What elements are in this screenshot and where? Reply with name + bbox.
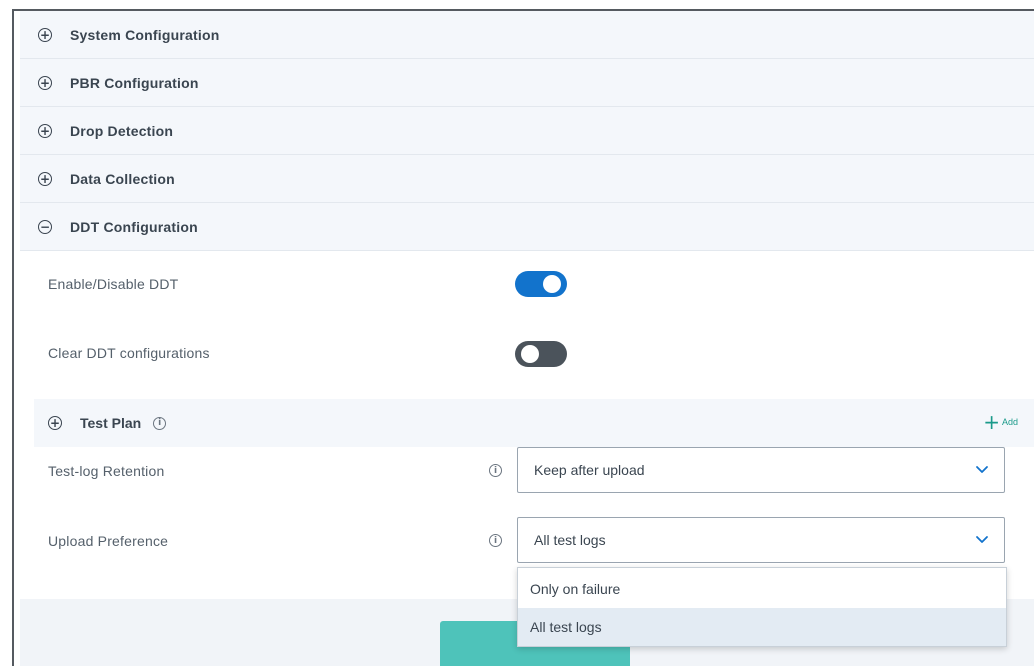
chevron-down-icon (974, 461, 990, 477)
test-plan-section[interactable]: + Test Plan i + Add (34, 399, 1034, 447)
retention-select[interactable]: Keep after upload (517, 447, 1005, 493)
add-test-plan-button[interactable]: + Add (983, 410, 1018, 434)
toggle-knob (543, 275, 561, 293)
section-pbr-configuration[interactable]: + PBR Configuration (20, 59, 1034, 107)
chevron-down-icon (974, 531, 990, 547)
plus-circle-icon: + (38, 75, 52, 90)
minus-circle-icon: − (38, 219, 52, 234)
add-label: Add (1001, 417, 1018, 427)
info-icon[interactable]: i (489, 464, 502, 477)
section-system-configuration[interactable]: + System Configuration (20, 11, 1034, 59)
upload-preference-dropdown: Only on failure All test logs (517, 567, 1007, 647)
enable-ddt-toggle[interactable] (515, 271, 567, 297)
dropdown-option-all-test-logs[interactable]: All test logs (518, 608, 1006, 646)
dropdown-option-only-on-failure[interactable]: Only on failure (518, 570, 1006, 608)
plus-circle-icon: + (38, 27, 52, 42)
info-icon[interactable]: i (489, 534, 502, 547)
section-ddt-configuration[interactable]: − DDT Configuration (20, 203, 1034, 251)
section-data-collection[interactable]: + Data Collection (20, 155, 1034, 203)
retention-value: Keep after upload (534, 462, 645, 478)
plus-circle-icon: + (38, 123, 52, 138)
plus-circle-icon: + (38, 171, 52, 186)
clear-ddt-label: Clear DDT configurations (48, 345, 210, 361)
settings-panel: + System Configuration + PBR Configurati… (12, 9, 1034, 666)
plus-icon: + (983, 410, 1000, 434)
plus-circle-icon: + (48, 416, 62, 430)
clear-ddt-toggle[interactable] (515, 341, 567, 367)
section-label: DDT Configuration (70, 218, 198, 235)
upload-preference-value: All test logs (534, 532, 606, 548)
section-label: PBR Configuration (70, 74, 199, 91)
retention-label: Test-log Retention (48, 463, 165, 479)
enable-ddt-label: Enable/Disable DDT (48, 276, 179, 292)
upload-preference-select[interactable]: All test logs (517, 517, 1005, 563)
section-label: Data Collection (70, 170, 175, 187)
upload-preference-label: Upload Preference (48, 533, 169, 549)
info-icon[interactable]: i (153, 416, 167, 430)
section-drop-detection[interactable]: + Drop Detection (20, 107, 1034, 155)
test-plan-label: Test Plan (80, 415, 142, 431)
section-label: Drop Detection (70, 122, 174, 139)
section-label: System Configuration (70, 26, 220, 43)
toggle-knob (521, 345, 539, 363)
